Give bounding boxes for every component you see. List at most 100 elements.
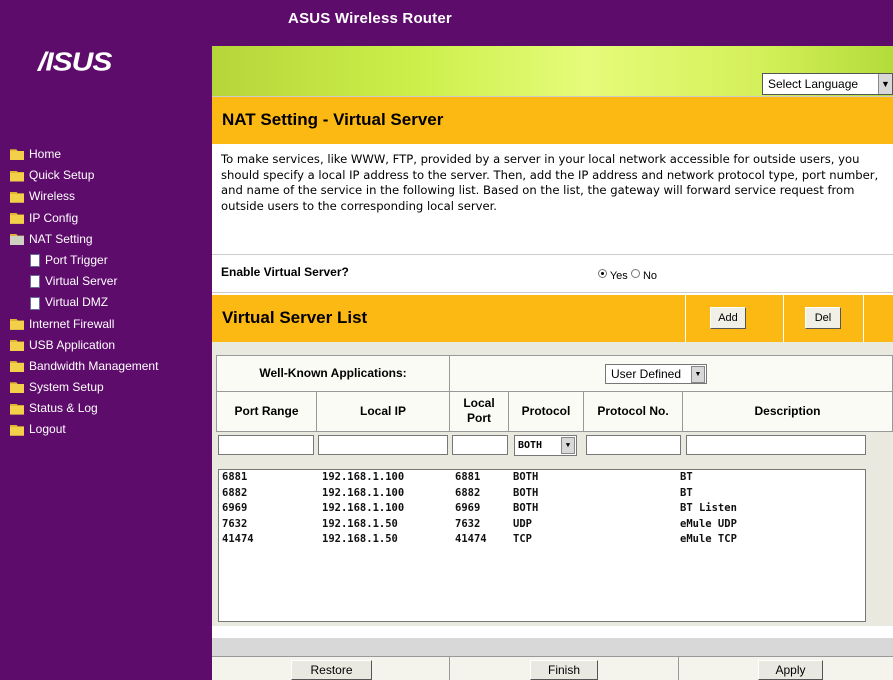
folder-icon: [10, 382, 24, 394]
menu-label: Port Trigger: [45, 252, 108, 267]
section-description: To make services, like WWW, FTP, provide…: [221, 152, 879, 213]
radio-no[interactable]: [630, 268, 640, 278]
list-cell: eMule TCP: [680, 533, 737, 545]
enable-virtual-server-label: Enable Virtual Server?: [221, 265, 349, 279]
list-cell: 6881: [455, 471, 481, 483]
top-bar: ASUS Wireless Router: [0, 0, 893, 46]
list-cell: 192.168.1.50: [322, 533, 398, 545]
router-title: ASUS Wireless Router: [288, 10, 452, 27]
sidebar-item-logout[interactable]: Logout: [10, 419, 210, 440]
list-cell: 192.168.1.50: [322, 517, 398, 530]
apply-button[interactable]: Apply: [758, 660, 823, 680]
nav-menu: Home Quick Setup Wireless IP Config NAT …: [10, 144, 210, 441]
list-item[interactable]: 7632 192.168.1.50 7632 UDP eMule UDP: [219, 517, 865, 533]
list-cell: 192.168.1.100: [322, 471, 405, 483]
document-icon: [30, 254, 40, 268]
list-cell: BT: [680, 471, 693, 483]
sidebar-item-home[interactable]: Home: [10, 144, 210, 165]
sidebar-item-internet-firewall[interactable]: Internet Firewall: [10, 314, 210, 335]
sidebar-item-ip-config[interactable]: IP Config: [10, 208, 210, 229]
router-page: ASUS Wireless Router /ISUS Select Langua…: [0, 0, 893, 680]
list-item[interactable]: 6969 192.168.1.100 6969 BOTH BT Listen: [219, 501, 865, 517]
local-port-input[interactable]: [452, 435, 508, 455]
sidebar-item-quick-setup[interactable]: Quick Setup: [10, 165, 210, 186]
folder-icon: [10, 403, 24, 415]
virtual-server-list-header: Virtual Server List Add Del: [212, 295, 893, 342]
header-description: Description: [682, 391, 893, 432]
sidebar-item-wireless[interactable]: Wireless: [10, 186, 210, 207]
list-cell: 7632: [455, 517, 481, 530]
menu-label: USB Application: [29, 337, 116, 352]
list-cell: 6969: [455, 502, 481, 514]
finish-button[interactable]: Finish: [530, 660, 598, 680]
divider: [685, 295, 686, 342]
menu-label: Internet Firewall: [29, 316, 115, 331]
menu-label: Quick Setup: [29, 168, 95, 183]
list-cell: BOTH: [513, 471, 539, 483]
folder-icon: [10, 170, 24, 182]
folder-icon: [10, 212, 24, 224]
list-cell: 6882: [455, 486, 481, 499]
menu-label: System Setup: [29, 380, 104, 395]
sidebar-item-virtual-server[interactable]: Virtual Server: [10, 271, 210, 292]
document-icon: [30, 296, 40, 310]
header-port-range: Port Range: [216, 391, 317, 432]
server-listbox[interactable]: 6881 192.168.1.100 6881 BOTH BT 6882 192.168.…: [218, 469, 866, 622]
list-cell: 6881: [222, 471, 248, 483]
protocol-no-input[interactable]: [586, 435, 681, 455]
list-cell: 6882: [222, 486, 248, 499]
divider: [449, 657, 450, 680]
sidebar-item-virtual-dmz[interactable]: Virtual DMZ: [10, 292, 210, 313]
local-ip-input[interactable]: [318, 435, 448, 455]
asus-logo: /ISUS: [38, 48, 112, 77]
header-protocol: Protocol: [508, 391, 584, 432]
radio-no-label: No: [642, 270, 657, 282]
header-local-port: Local Port: [449, 391, 509, 432]
description-input[interactable]: [686, 435, 866, 455]
protocol-select[interactable]: BOTH ▼: [514, 435, 577, 456]
header-local-ip: Local IP: [316, 391, 450, 432]
footer: Restore Finish Apply: [212, 626, 893, 680]
list-item[interactable]: 6882 192.168.1.100 6882 BOTH BT: [219, 486, 865, 502]
list-item[interactable]: 6881 192.168.1.100 6881 BOTH BT: [219, 470, 865, 486]
menu-label: Bandwidth Management: [29, 358, 159, 373]
port-range-input[interactable]: [218, 435, 314, 455]
del-button[interactable]: Del: [805, 307, 841, 329]
sidebar-item-bandwidth-management[interactable]: Bandwidth Management: [10, 356, 210, 377]
footer-buttons: Restore Finish Apply: [212, 656, 893, 680]
well-known-select[interactable]: User Defined ▼: [605, 364, 707, 384]
sidebar-item-nat-setting[interactable]: NAT Setting: [10, 229, 210, 250]
page-title: NAT Setting - Virtual Server: [222, 110, 444, 129]
divider: [678, 657, 679, 680]
sidebar-item-system-setup[interactable]: System Setup: [10, 377, 210, 398]
list-cell: 192.168.1.100: [322, 486, 405, 499]
menu-label: Virtual DMZ: [45, 295, 109, 310]
language-select-value: Select Language: [768, 77, 859, 91]
menu-label: NAT Setting: [29, 231, 93, 246]
protocol-select-value: BOTH: [518, 440, 543, 451]
list-cell: BOTH: [513, 502, 539, 514]
list-cell: BT: [680, 486, 693, 499]
add-button[interactable]: Add: [710, 307, 746, 329]
menu-label: Status & Log: [29, 401, 98, 416]
enable-options: Yes No: [598, 267, 657, 282]
radio-yes[interactable]: [598, 268, 607, 278]
menu-label: Home: [29, 147, 62, 161]
open-folder-icon: [10, 234, 24, 246]
document-icon: [30, 275, 40, 289]
folder-icon: [10, 318, 24, 330]
sidebar-item-port-trigger[interactable]: Port Trigger: [10, 250, 210, 271]
folder-icon: [10, 191, 24, 203]
restore-button[interactable]: Restore: [291, 660, 372, 680]
list-item[interactable]: 41474 192.168.1.50 41474 TCP eMule TCP: [219, 532, 865, 548]
list-cell: UDP: [513, 517, 532, 530]
language-select[interactable]: Select Language ▼: [762, 73, 893, 95]
radio-yes-label: Yes: [609, 270, 628, 282]
sidebar-item-usb-application[interactable]: USB Application: [10, 335, 210, 356]
sidebar-item-status-log[interactable]: Status & Log: [10, 398, 210, 419]
header-local-port-line2: Port: [467, 411, 491, 425]
list-cell: BT Listen: [680, 502, 737, 514]
list-title: Virtual Server List: [222, 308, 368, 327]
divider: [783, 295, 784, 342]
header-local-port-line1: Local: [463, 396, 495, 410]
